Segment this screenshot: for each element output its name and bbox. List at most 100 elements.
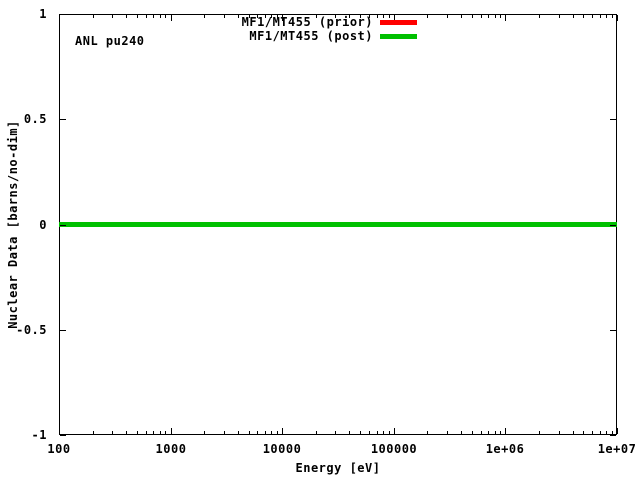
y-tick-label: 1 [0,7,47,21]
x-minor-tick-bottom [238,431,239,434]
x-minor-tick-bottom [427,431,428,434]
x-minor-tick-bottom [360,431,361,434]
x-minor-tick-bottom [447,431,448,434]
x-minor-tick-top [447,15,448,18]
legend-line-sample [380,34,417,39]
x-minor-tick-bottom [606,431,607,434]
x-minor-tick-bottom [271,431,272,434]
x-minor-tick-bottom [277,431,278,434]
x-minor-tick-top [146,15,147,18]
x-minor-tick-top [573,15,574,18]
y-major-tick-left [60,330,66,331]
y-major-tick-right [610,435,616,436]
x-minor-tick-bottom [160,431,161,434]
x-minor-tick-bottom [592,431,593,434]
x-major-tick-top [59,15,60,21]
x-minor-tick-bottom [573,431,574,434]
x-minor-tick-top [153,15,154,18]
x-tick-label: 100 [14,442,104,456]
x-minor-tick-top [126,15,127,18]
x-minor-tick-top [583,15,584,18]
x-minor-tick-top [500,15,501,18]
x-minor-tick-top [112,15,113,18]
x-minor-tick-top [495,15,496,18]
legend-line-sample [380,20,417,25]
x-minor-tick-top [238,15,239,18]
x-minor-tick-bottom [559,431,560,434]
x-major-tick-bottom [505,428,506,434]
x-minor-tick-bottom [389,431,390,434]
x-minor-tick-top [165,15,166,18]
x-tick-label: 1e+07 [572,442,640,456]
y-tick-label: 0 [0,218,47,232]
x-axis-title: Energy [eV] [59,461,617,475]
x-minor-tick-top [461,15,462,18]
x-major-tick-bottom [617,428,618,434]
x-minor-tick-bottom [472,431,473,434]
x-major-tick-bottom [282,428,283,434]
x-minor-tick-bottom [461,431,462,434]
x-minor-tick-top [137,15,138,18]
y-major-tick-right [610,14,616,15]
x-major-tick-top [171,15,172,21]
y-tick-label: -1 [0,428,47,442]
gnuplot-chart-window: Nuclear Data [barns/no-dim] Energy [eV] … [0,0,640,480]
x-minor-tick-bottom [93,431,94,434]
x-minor-tick-bottom [153,431,154,434]
y-tick-label: -0.5 [0,323,47,337]
y-major-tick-left [60,119,66,120]
legend-entry: MF1/MT455 (prior) [242,15,417,29]
x-minor-tick-top [224,15,225,18]
x-minor-tick-bottom [335,431,336,434]
plot-annotation: ANL pu240 [75,35,145,48]
x-minor-tick-bottom [204,431,205,434]
x-minor-tick-bottom [383,431,384,434]
legend-label: MF1/MT455 (post) [249,29,373,43]
x-minor-tick-bottom [583,431,584,434]
x-minor-tick-bottom [137,431,138,434]
x-minor-tick-bottom [224,431,225,434]
y-major-tick-right [610,330,616,331]
x-minor-tick-bottom [481,431,482,434]
x-minor-tick-bottom [488,431,489,434]
x-minor-tick-bottom [500,431,501,434]
x-minor-tick-bottom [349,431,350,434]
x-tick-label: 1e+06 [460,442,550,456]
x-minor-tick-bottom [249,431,250,434]
x-minor-tick-top [472,15,473,18]
x-major-tick-bottom [59,428,60,434]
x-minor-tick-top [606,15,607,18]
x-minor-tick-top [204,15,205,18]
x-minor-tick-top [539,15,540,18]
x-minor-tick-top [592,15,593,18]
x-major-tick-bottom [394,428,395,434]
x-minor-tick-bottom [377,431,378,434]
y-major-tick-left [60,435,66,436]
y-major-tick-left [60,225,66,226]
y-major-tick-right [610,225,616,226]
x-minor-tick-bottom [257,431,258,434]
x-minor-tick-top [612,15,613,18]
x-minor-tick-bottom [126,431,127,434]
x-minor-tick-top [93,15,94,18]
x-minor-tick-bottom [112,431,113,434]
x-minor-tick-bottom [612,431,613,434]
x-minor-tick-bottom [165,431,166,434]
x-major-tick-top [505,15,506,21]
legend-entry: MF1/MT455 (post) [249,29,417,43]
x-minor-tick-top [600,15,601,18]
x-minor-tick-bottom [146,431,147,434]
y-major-tick-left [60,14,66,15]
x-tick-label: 10000 [237,442,327,456]
x-minor-tick-bottom [495,431,496,434]
x-minor-tick-bottom [316,431,317,434]
x-minor-tick-top [488,15,489,18]
x-major-tick-bottom [171,428,172,434]
y-major-tick-right [610,119,616,120]
x-minor-tick-top [481,15,482,18]
y-tick-label: 0.5 [0,112,47,126]
x-minor-tick-top [559,15,560,18]
x-minor-tick-bottom [539,431,540,434]
x-tick-label: 1000 [126,442,216,456]
data-series-layer [59,14,617,435]
